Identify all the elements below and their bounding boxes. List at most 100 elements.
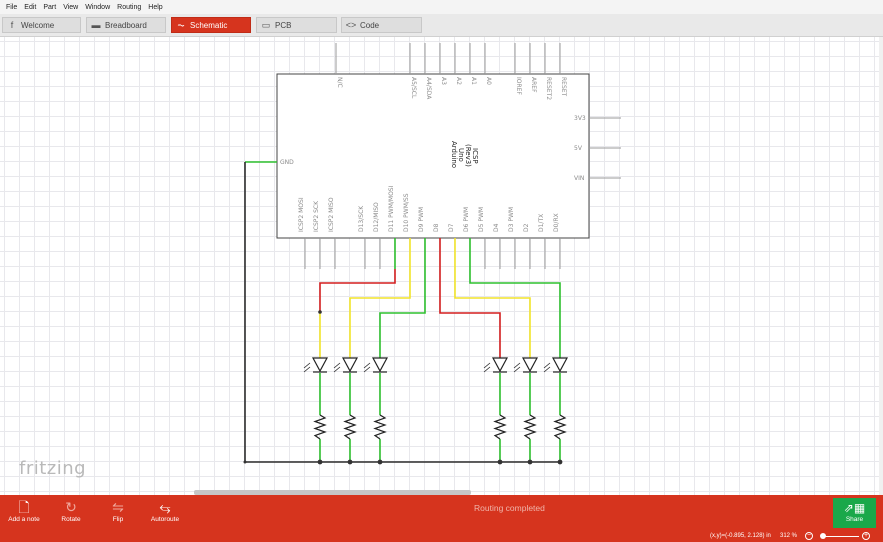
bottom-pin-label: ICSP2 MOSI [298,197,305,232]
bottom-pin-label: D6 PWM [463,207,470,232]
bottom-pin-label: D1/TX [538,214,545,232]
zoom-out-icon[interactable]: − [805,532,813,540]
tab-label: Breadboard [105,20,147,30]
share-icon: ⇗▦ [843,501,866,515]
bottom-pin-label: D9 PWM [418,207,425,232]
menu-edit[interactable]: Edit [24,4,36,11]
ground-junction-dot [347,459,353,465]
tab-label: PCB [275,20,292,30]
tab-welcome[interactable]: f Welcome [2,17,81,33]
rotate-button[interactable]: ↻ Rotate [47,498,95,523]
resistor-symbol [553,414,567,440]
cursor-coordinates: (x,y)=(-0.895, 2.128) in [710,533,771,539]
led-symbol [311,357,329,373]
board-rev: (Rev3) [464,144,472,167]
zoom-in-icon[interactable]: + [862,532,870,540]
ground-junction-dot [527,459,533,465]
autoroute-label: Autoroute [150,516,180,523]
menu-view[interactable]: View [63,4,78,11]
top-pin-label: RESET [560,77,567,97]
zoom-slider-handle[interactable] [820,533,826,539]
tab-bar: f Welcome ▬ Breadboard ⏦ Schematic ▭ PCB… [0,14,883,37]
resistor-symbol [313,414,327,440]
schematic-drawing: N/C A5/SCL A4/SDA A3 A2 A1 A0 IOREF AREF RESET2 RE… [243,43,621,465]
schematic-icon: ⏦ [177,19,185,30]
share-label: Share [845,516,864,523]
bottom-pin-label: D4 [493,223,500,232]
flip-label: Flip [112,516,124,523]
menu-window[interactable]: Window [85,4,110,11]
vertical-scrollbar[interactable] [879,37,883,495]
routing-status: Routing completed [474,503,545,513]
resistor-symbol [373,414,387,440]
ground-junction-dot [497,459,503,465]
code-icon: <> [345,20,357,30]
tab-code[interactable]: <> Code [341,17,422,33]
add-note-label: Add a note [8,516,40,523]
rotate-icon: ↻ [65,499,77,515]
pcb-icon: ▭ [261,19,271,30]
status-bar: (x,y)=(-0.895, 2.128) in 312 % − + [0,531,883,542]
top-pin-label: RESET2 [545,77,552,100]
wire-bendpoint [318,310,322,314]
led-symbol [371,357,389,373]
board-variant: ICSP [471,148,479,164]
tab-label: Code [360,20,380,30]
led-symbol [551,357,569,373]
flip-button[interactable]: ⇋ Flip [94,498,142,523]
fritzing-f-icon: f [10,20,14,30]
bottom-pin-label: D7 [448,223,455,232]
arduino-board[interactable] [276,73,590,239]
bottom-pin-label: D0/RX [553,213,560,232]
menu-help[interactable]: Help [148,4,162,11]
zoom-slider[interactable] [824,536,859,537]
tab-label: Schematic [190,20,228,30]
menu-routing[interactable]: Routing [117,4,141,11]
add-note-button[interactable]: 🗋 Add a note [0,498,48,523]
wire-red-left [319,269,396,312]
menu-file[interactable]: File [6,4,17,11]
gnd-pin-label: GND [280,159,294,166]
menu-bar: File Edit Part View Window Routing Help [0,0,883,14]
breadboard-icon: ▬ [91,20,101,30]
right-pin-label: 5V [574,145,583,152]
led-symbol [521,357,539,373]
top-pin-label: A0 [485,77,492,85]
ground-junction-dot [557,459,563,465]
bottom-pin-label: D12/MISO [373,202,380,232]
autoroute-button[interactable]: ⥃ Autoroute [141,498,189,523]
resistor-symbol [523,414,537,440]
top-pin-label: A4/SDA [425,77,432,100]
bottom-toolbar: 🗋 Add a note ↻ Rotate ⇋ Flip ⥃ Autoroute… [0,495,883,531]
top-pin-label: N/C [336,77,343,88]
tab-schematic[interactable]: ⏦ Schematic [171,17,251,33]
wire-bendpoint [243,460,247,464]
top-pin-label: AREF [530,77,537,93]
bottom-pin-label: D13/SCK [358,205,365,232]
bottom-pin-label: D3 PWM [508,207,515,232]
board-model: Uno [457,148,465,162]
menu-part[interactable]: Part [43,4,56,11]
fritzing-watermark: fritzing [19,458,87,479]
bottom-pin-label: D2 [523,223,530,232]
tab-pcb[interactable]: ▭ PCB [256,17,337,33]
bottom-pin-label: D8 [433,223,440,232]
top-pin-label: A2 [455,77,462,85]
top-pin-label: A5/SCL [410,77,417,99]
bottom-pin-label: ICSP2 SCK [313,200,320,232]
schematic-canvas[interactable]: N/C A5/SCL A4/SDA A3 A2 A1 A0 IOREF AREF RESET2 RE… [0,37,883,495]
right-pin-label: VIN [574,175,584,182]
top-pin-label: IOREF [515,77,522,95]
top-pin-label: A3 [440,77,447,85]
led-symbol [341,357,359,373]
resistor-symbol [343,414,357,440]
top-pin-label: A1 [470,77,477,85]
autoroute-icon: ⥃ [159,499,171,515]
resistor-symbol [493,414,507,440]
bottom-pin-label: D11 PWM/MOSI [388,185,395,232]
tab-label: Welcome [21,20,55,30]
share-button[interactable]: ⇗▦ Share [833,498,876,528]
bottom-pin-label: ICSP2 MISO [328,197,335,232]
bottom-pin-label: D5 PWM [478,207,485,232]
tab-breadboard[interactable]: ▬ Breadboard [86,17,166,33]
